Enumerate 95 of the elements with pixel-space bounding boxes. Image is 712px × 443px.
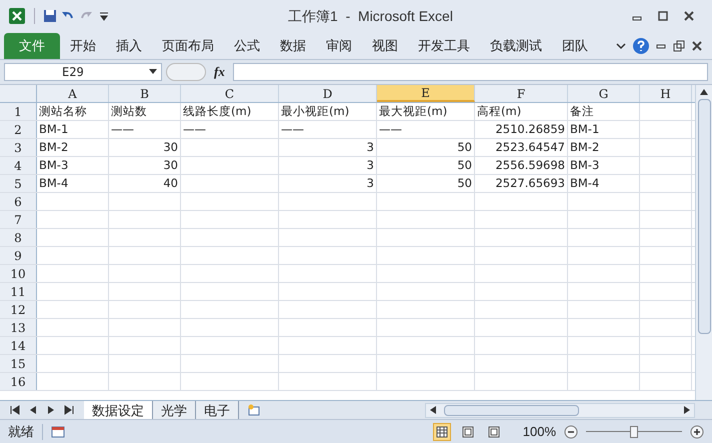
- cell-text: BM-4: [38, 175, 70, 192]
- sheet-tab[interactable]: 光学: [153, 400, 196, 420]
- column-header[interactable]: B: [109, 85, 181, 102]
- close-icon[interactable]: [690, 39, 704, 53]
- cell-text: BM-1: [569, 121, 600, 138]
- cell-text: ——: [280, 121, 305, 138]
- row-header[interactable]: 15: [0, 355, 37, 372]
- scroll-right-icon[interactable]: [684, 406, 690, 414]
- ribbon-tab[interactable]: 页面布局: [152, 33, 224, 59]
- help-icon[interactable]: [632, 37, 650, 55]
- cell-text: 高程(m): [476, 103, 522, 120]
- cell-text: 2510.26859: [494, 121, 566, 138]
- cell-text: 2556.59698: [494, 157, 566, 174]
- column-header[interactable]: H: [640, 85, 692, 102]
- row-header[interactable]: 11: [0, 283, 37, 300]
- sheet-tab[interactable]: 数据设定: [84, 400, 153, 420]
- macro-record-icon[interactable]: [51, 424, 65, 438]
- cell-text: 30: [162, 157, 179, 174]
- scroll-left-icon[interactable]: [430, 406, 436, 414]
- sheet-tab[interactable]: 电子: [196, 400, 239, 420]
- status-text: 就绪: [8, 422, 34, 441]
- row-header[interactable]: 5: [0, 175, 37, 192]
- excel-logo-icon[interactable]: [8, 7, 26, 25]
- ribbon-tab[interactable]: 插入: [106, 33, 152, 59]
- cell-text: 备注: [569, 103, 595, 120]
- insert-function-button[interactable]: fx: [210, 62, 229, 82]
- restore-icon[interactable]: [672, 39, 686, 53]
- cell-text: 50: [456, 139, 473, 156]
- row-header[interactable]: 16: [0, 373, 37, 390]
- row-header[interactable]: 12: [0, 301, 37, 318]
- cell-text: BM-4: [569, 175, 600, 192]
- row-header[interactable]: 14: [0, 337, 37, 354]
- cell-text: ——: [110, 121, 135, 138]
- cell-text: 50: [456, 175, 473, 192]
- cell-text: 测站名称: [38, 103, 88, 120]
- cell-text: 3: [366, 157, 375, 174]
- cell-text: 50: [456, 157, 473, 174]
- zoom-out-icon[interactable]: [564, 424, 578, 438]
- vertical-scrollbar[interactable]: [695, 85, 712, 400]
- row-header[interactable]: 3: [0, 139, 37, 156]
- ribbon-tab[interactable]: 数据: [270, 33, 316, 59]
- close-icon[interactable]: [682, 9, 696, 23]
- first-sheet-icon[interactable]: [8, 403, 22, 417]
- restore-icon[interactable]: [656, 9, 670, 23]
- row-header[interactable]: 4: [0, 157, 37, 174]
- zoom-in-icon[interactable]: [690, 424, 704, 438]
- cell-text: ——: [182, 121, 207, 138]
- column-header[interactable]: A: [37, 85, 109, 102]
- ribbon-tab[interactable]: 负载测试: [480, 33, 552, 59]
- row-header[interactable]: 8: [0, 229, 37, 246]
- cell-text: BM-3: [38, 157, 70, 174]
- row-header[interactable]: 9: [0, 247, 37, 264]
- formula-input[interactable]: [232, 63, 708, 81]
- ribbon-tab[interactable]: 审阅: [316, 33, 362, 59]
- cell-text: 线路长度(m): [182, 103, 252, 120]
- normal-view-button[interactable]: [432, 422, 451, 440]
- horizontal-scrollbar[interactable]: [425, 402, 695, 418]
- zoom-percent[interactable]: 100%: [522, 422, 556, 442]
- new-sheet-icon[interactable]: [247, 403, 261, 417]
- cell-text: BM-3: [569, 157, 600, 174]
- ribbon-tab[interactable]: 开始: [60, 33, 106, 59]
- last-sheet-icon[interactable]: [62, 403, 76, 417]
- file-tab[interactable]: 文件: [4, 33, 60, 59]
- column-header[interactable]: C: [181, 85, 279, 102]
- column-header[interactable]: G: [568, 85, 640, 102]
- window-title: 工作簿1 - Microsoft Excel: [287, 6, 454, 26]
- cell-text: 2527.65693: [494, 175, 566, 192]
- row-header[interactable]: 13: [0, 319, 37, 336]
- row-header[interactable]: 10: [0, 265, 37, 282]
- cell-text: 40: [162, 175, 179, 192]
- zoom-slider[interactable]: [586, 426, 682, 438]
- ribbon-tab[interactable]: 视图: [362, 33, 408, 59]
- cell-text: 3: [366, 175, 375, 192]
- scroll-up-icon[interactable]: [700, 89, 708, 95]
- ribbon-tab[interactable]: 团队: [552, 33, 598, 59]
- row-header[interactable]: 7: [0, 211, 37, 228]
- cell-text: BM-2: [38, 139, 70, 156]
- row-header[interactable]: 2: [0, 121, 37, 138]
- name-box[interactable]: E29: [4, 63, 162, 81]
- cell-text: 最小视距(m): [280, 103, 350, 120]
- ribbon-tab[interactable]: 开发工具: [408, 33, 480, 59]
- column-header[interactable]: E: [377, 85, 475, 102]
- cell-text: 最大视距(m): [378, 103, 448, 120]
- cell-text: 测站数: [110, 103, 148, 120]
- cell-text: 2523.64547: [494, 139, 566, 156]
- cell-text: 3: [366, 139, 375, 156]
- cell-text: BM-1: [38, 121, 70, 138]
- save-icon[interactable]: [43, 9, 57, 23]
- row-header[interactable]: 1: [0, 103, 37, 120]
- column-header[interactable]: F: [475, 85, 568, 102]
- cell-text: ——: [378, 121, 403, 138]
- row-header[interactable]: 6: [0, 193, 37, 210]
- cell-text: 30: [162, 139, 179, 156]
- cell-text: BM-2: [569, 139, 600, 156]
- ribbon-tab[interactable]: 公式: [224, 33, 270, 59]
